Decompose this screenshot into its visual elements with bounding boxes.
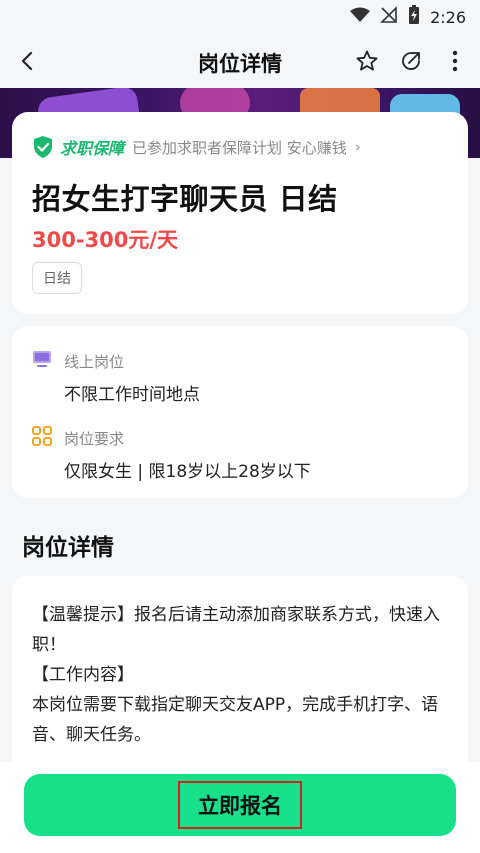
job-tag: 日结 (32, 262, 82, 294)
no-signal-icon (380, 6, 398, 28)
clock-time: 2:26 (430, 7, 466, 27)
detail-line: 【温馨提示】报名后请主动添加商家联系方式，快速入职！ (32, 605, 440, 655)
info-value: 仅限女生 | 限18岁以上28岁以下 (64, 462, 311, 482)
job-info-card: 线上岗位 不限工作时间地点 岗位要求 仅限女生 | 限18岁以上28岁以下 (12, 326, 468, 498)
detail-line: 本岗位需要下载指定聊天交友APP，完成手机打字、语音、聊天任务。 (32, 695, 439, 745)
info-item-location: 线上岗位 不限工作时间地点 (32, 350, 200, 405)
info-label: 岗位要求 (64, 429, 125, 448)
job-detail-card: 【温馨提示】报名后请主动添加商家联系方式，快速入职！ 【工作内容】 本岗位需要下… (12, 576, 468, 776)
battery-charging-icon (408, 5, 420, 29)
job-title: 招女生打字聊天员 日结 (32, 182, 338, 216)
nav-bar: 岗位详情 (0, 34, 480, 88)
shield-check-icon (32, 135, 54, 159)
guarantee-text: 已参加求职者保障计划 安心赚钱 (132, 138, 347, 157)
guarantee-brand: 求职保障 (60, 139, 125, 158)
job-salary: 300-300元/天 (32, 228, 179, 252)
star-favorite-icon[interactable] (354, 48, 380, 74)
status-bar: 2:26 (0, 0, 480, 34)
wifi-icon (350, 7, 371, 27)
info-label: 线上岗位 (64, 352, 125, 371)
grid-icon (32, 426, 52, 450)
share-icon[interactable] (398, 48, 424, 74)
apply-button-label: 立即报名 (198, 794, 282, 818)
apply-highlight-box: 立即报名 (178, 781, 302, 829)
bottom-action-bar: 立即报名 (0, 762, 480, 853)
job-summary-card: 求职保障 已参加求职者保障计划 安心赚钱 › 招女生打字聊天员 日结 300-3… (12, 112, 468, 314)
guarantee-banner[interactable]: 求职保障 已参加求职者保障计划 安心赚钱 › (32, 134, 361, 160)
more-options-icon[interactable] (442, 48, 468, 74)
monitor-icon (32, 350, 52, 372)
section-title: 岗位详情 (22, 535, 114, 561)
chevron-right-icon: › (354, 138, 361, 156)
detail-line: 【工作内容】 (32, 665, 134, 685)
apply-button[interactable]: 立即报名 (24, 774, 456, 836)
info-item-requirements: 岗位要求 仅限女生 | 限18岁以上28岁以下 (32, 426, 311, 482)
info-value: 不限工作时间地点 (64, 385, 200, 405)
